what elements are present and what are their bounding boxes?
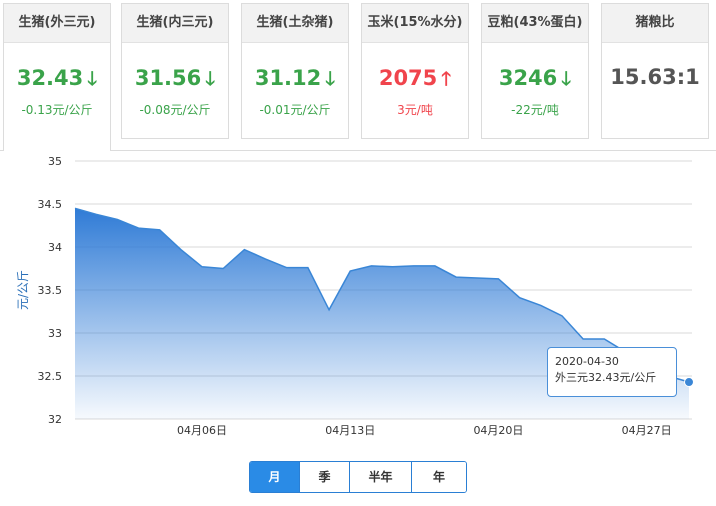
y-tick-label: 32.5 bbox=[38, 370, 63, 383]
range-tabs: 月 季 半年 年 bbox=[249, 461, 467, 493]
y-axis-label: 元/公斤 bbox=[16, 270, 30, 310]
tab-half-year[interactable]: 半年 bbox=[350, 462, 412, 492]
chart-tooltip: 2020-04-30 外三元32.43元/公斤 bbox=[547, 347, 677, 397]
card-title: 生猪(外三元) bbox=[4, 4, 110, 43]
x-tick-label: 04月06日 bbox=[177, 424, 227, 437]
x-tick-label: 04月13日 bbox=[325, 424, 375, 437]
y-tick-label: 35 bbox=[48, 155, 62, 168]
y-tick-label: 34.5 bbox=[38, 198, 63, 211]
price-card[interactable]: 生猪(外三元) 32.43 🡓 -0.13元/公斤 bbox=[3, 3, 111, 151]
tab-quarter[interactable]: 季 bbox=[300, 462, 350, 492]
card-value-number: 32.43 bbox=[16, 66, 84, 90]
tab-year[interactable]: 年 bbox=[412, 462, 466, 492]
tab-month[interactable]: 月 bbox=[250, 462, 300, 492]
x-tick-label: 04月27日 bbox=[622, 424, 672, 437]
card-value: 32.43 🡓 bbox=[4, 65, 110, 97]
card-change: -0.13元/公斤 bbox=[21, 103, 93, 117]
y-tick-label: 33 bbox=[48, 327, 62, 340]
arrow-down-icon: 🡓 bbox=[87, 68, 98, 90]
tooltip-date: 2020-04-30 bbox=[555, 355, 619, 368]
tooltip-value: 外三元32.43元/公斤 bbox=[555, 371, 657, 384]
data-point[interactable] bbox=[684, 377, 694, 388]
y-tick-label: 34 bbox=[48, 241, 62, 254]
y-tick-label: 32 bbox=[48, 413, 62, 426]
y-tick-label: 33.5 bbox=[38, 284, 63, 297]
x-tick-label: 04月20日 bbox=[473, 424, 523, 437]
